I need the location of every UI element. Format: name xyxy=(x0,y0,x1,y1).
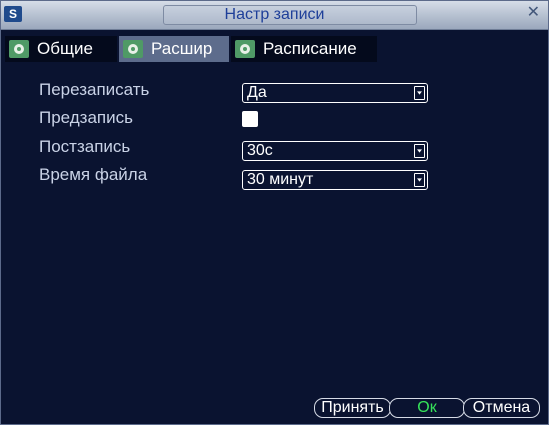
postrecord-label: Постзапись xyxy=(39,137,131,156)
prerecord-label: Предзапись xyxy=(39,108,133,127)
close-icon[interactable]: ✕ xyxy=(527,4,540,22)
tab-general[interactable]: Общие xyxy=(5,36,117,62)
chevron-down-icon xyxy=(414,86,425,100)
window-title: Настр записи xyxy=(224,6,325,23)
tab-schedule[interactable]: Расписание xyxy=(231,36,377,62)
cancel-button[interactable]: Отмена xyxy=(463,398,540,418)
overwrite-label: Перезаписать xyxy=(39,80,150,99)
chevron-down-icon xyxy=(414,144,425,158)
file-duration-label: Время файла xyxy=(39,165,148,184)
overwrite-select[interactable]: Да xyxy=(242,83,428,103)
ok-button[interactable]: Ок xyxy=(389,398,465,418)
select-value: 30 минут xyxy=(247,171,314,188)
file-duration-select[interactable]: 30 минут xyxy=(242,170,428,190)
postrecord-select[interactable]: 30с xyxy=(242,141,428,161)
tab-bar: Общие Расшир Расписание xyxy=(1,30,548,62)
prerecord-checkbox[interactable] xyxy=(242,111,258,127)
title-bar[interactable]: S Настр записи ✕ xyxy=(1,1,548,30)
gear-icon xyxy=(123,40,143,58)
chevron-down-icon xyxy=(414,173,425,187)
apply-button[interactable]: Принять xyxy=(314,398,391,418)
tab-label: Общие xyxy=(37,39,93,58)
tab-advanced[interactable]: Расшир xyxy=(119,36,229,62)
gear-icon xyxy=(9,40,29,58)
select-value: 30с xyxy=(247,142,273,159)
tab-label: Расшир xyxy=(151,39,213,58)
gear-icon xyxy=(235,40,255,58)
select-value: Да xyxy=(247,84,267,101)
tab-label: Расписание xyxy=(263,39,357,58)
record-settings-window: S Настр записи ✕ Общие Расшир Расписание… xyxy=(0,0,549,425)
